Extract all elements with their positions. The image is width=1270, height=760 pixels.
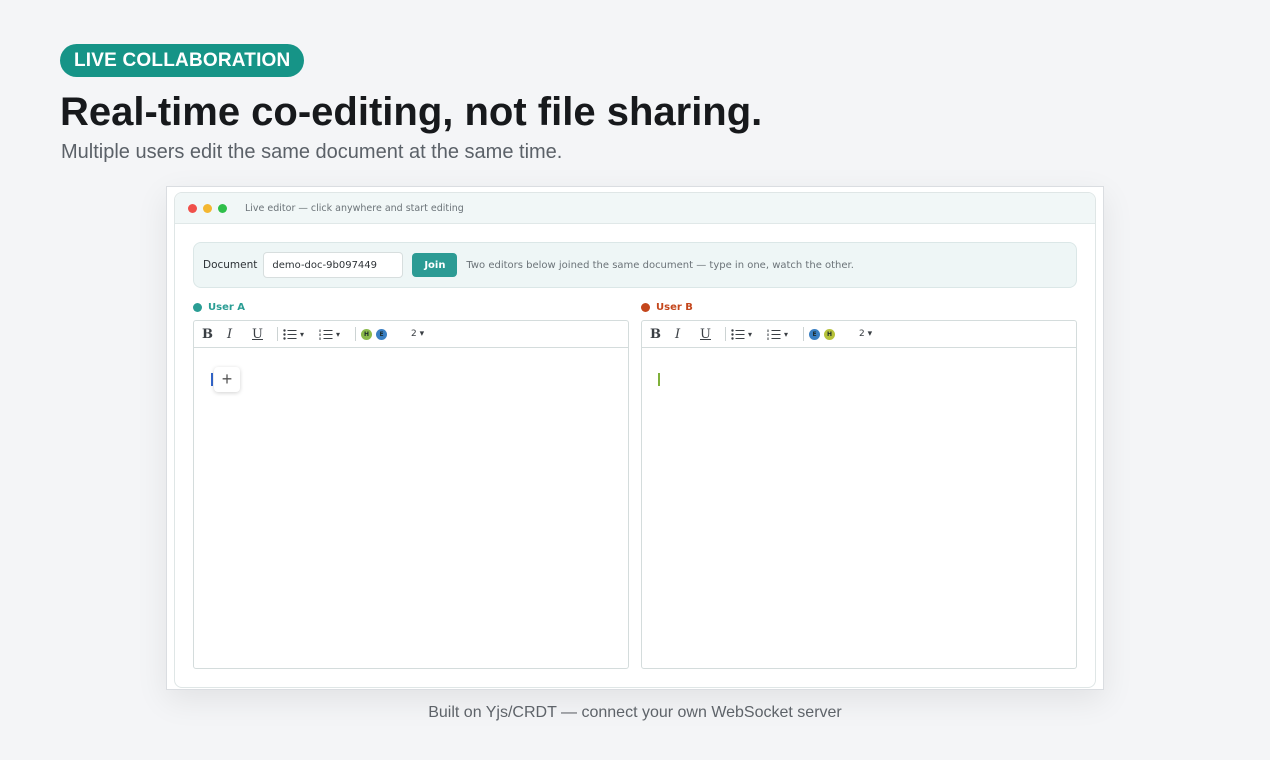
maximize-window-dot[interactable] [218,203,227,213]
chevron-down-icon: ▾ [336,329,341,339]
user-b-editor[interactable]: B I U ▾ ▾ E H 2 ▾ [641,320,1077,669]
page-subline: Multiple users edit the same document at… [61,141,563,163]
highlight-blue-button[interactable]: E [376,328,387,340]
numbered-list-dropdown[interactable]: ▾ [319,329,355,340]
window-titlebar: Live editor — click anywhere and start e… [175,193,1095,224]
highlight-yellow-button[interactable]: H [824,328,835,340]
numbered-list-icon [319,329,333,340]
bold-button[interactable]: B [202,327,227,342]
user-a-name: User A [208,302,246,313]
editor-window: Live editor — click anywhere and start e… [174,192,1096,688]
bullet-list-icon [283,328,297,340]
user-b-label: User B [641,302,693,313]
bullet-list-icon [731,328,745,340]
user-b-cursor [658,373,660,386]
close-window-dot[interactable] [188,203,197,213]
toolbar-divider [803,327,804,341]
toolbar-divider [355,327,356,341]
page-headline: Real-time co-editing, not file sharing. [60,90,763,134]
bullet-list-dropdown[interactable]: ▾ [731,328,767,340]
italic-button[interactable]: I [227,327,252,342]
minimize-window-dot[interactable] [203,203,212,213]
underline-button[interactable]: U [252,327,277,342]
user-b-name: User B [656,302,693,313]
toolbar-divider [725,327,726,341]
document-bar: Document Join Two editors below joined t… [193,242,1077,288]
underline-button[interactable]: U [700,327,725,342]
user-a-label: User A [193,302,245,313]
user-a-toolbar: B I U ▾ ▾ H E 2 ▾ [194,321,628,348]
user-b-toolbar: B I U ▾ ▾ E H 2 ▾ [642,321,1076,348]
chevron-down-icon: ▾ [748,329,753,339]
numbered-list-dropdown[interactable]: ▾ [767,329,803,340]
user-b-color-dot [641,303,650,312]
user-a-color-dot [193,303,202,312]
editor-demo-frame: Live editor — click anywhere and start e… [166,186,1104,690]
window-title: Live editor — click anywhere and start e… [245,202,464,214]
italic-button[interactable]: I [675,327,700,342]
join-button[interactable]: Join [412,253,458,277]
user-a-cursor [211,373,213,386]
live-collaboration-badge: LIVE COLLABORATION [60,44,305,77]
toolbar-divider [277,327,278,341]
bold-button[interactable]: B [650,327,675,342]
font-size-dropdown[interactable]: 2 ▾ [411,329,424,339]
font-size-dropdown[interactable]: 2 ▾ [859,329,872,339]
bullet-list-dropdown[interactable]: ▾ [283,328,319,340]
numbered-list-icon [767,329,781,340]
document-hint: Two editors below joined the same docume… [466,259,854,271]
plus-icon: + [221,369,233,389]
document-label: Document [203,259,258,271]
chevron-down-icon: ▾ [784,329,789,339]
highlight-blue-button[interactable]: E [809,328,820,340]
user-a-editor[interactable]: B I U ▾ ▾ H E 2 ▾ + [193,320,629,669]
chevron-down-icon: ▾ [300,329,305,339]
add-block-button[interactable]: + [214,367,240,392]
document-id-input[interactable] [263,252,404,278]
highlight-green-button[interactable]: H [361,328,372,340]
footer-caption: Built on Yjs/CRDT — connect your own Web… [428,704,842,721]
